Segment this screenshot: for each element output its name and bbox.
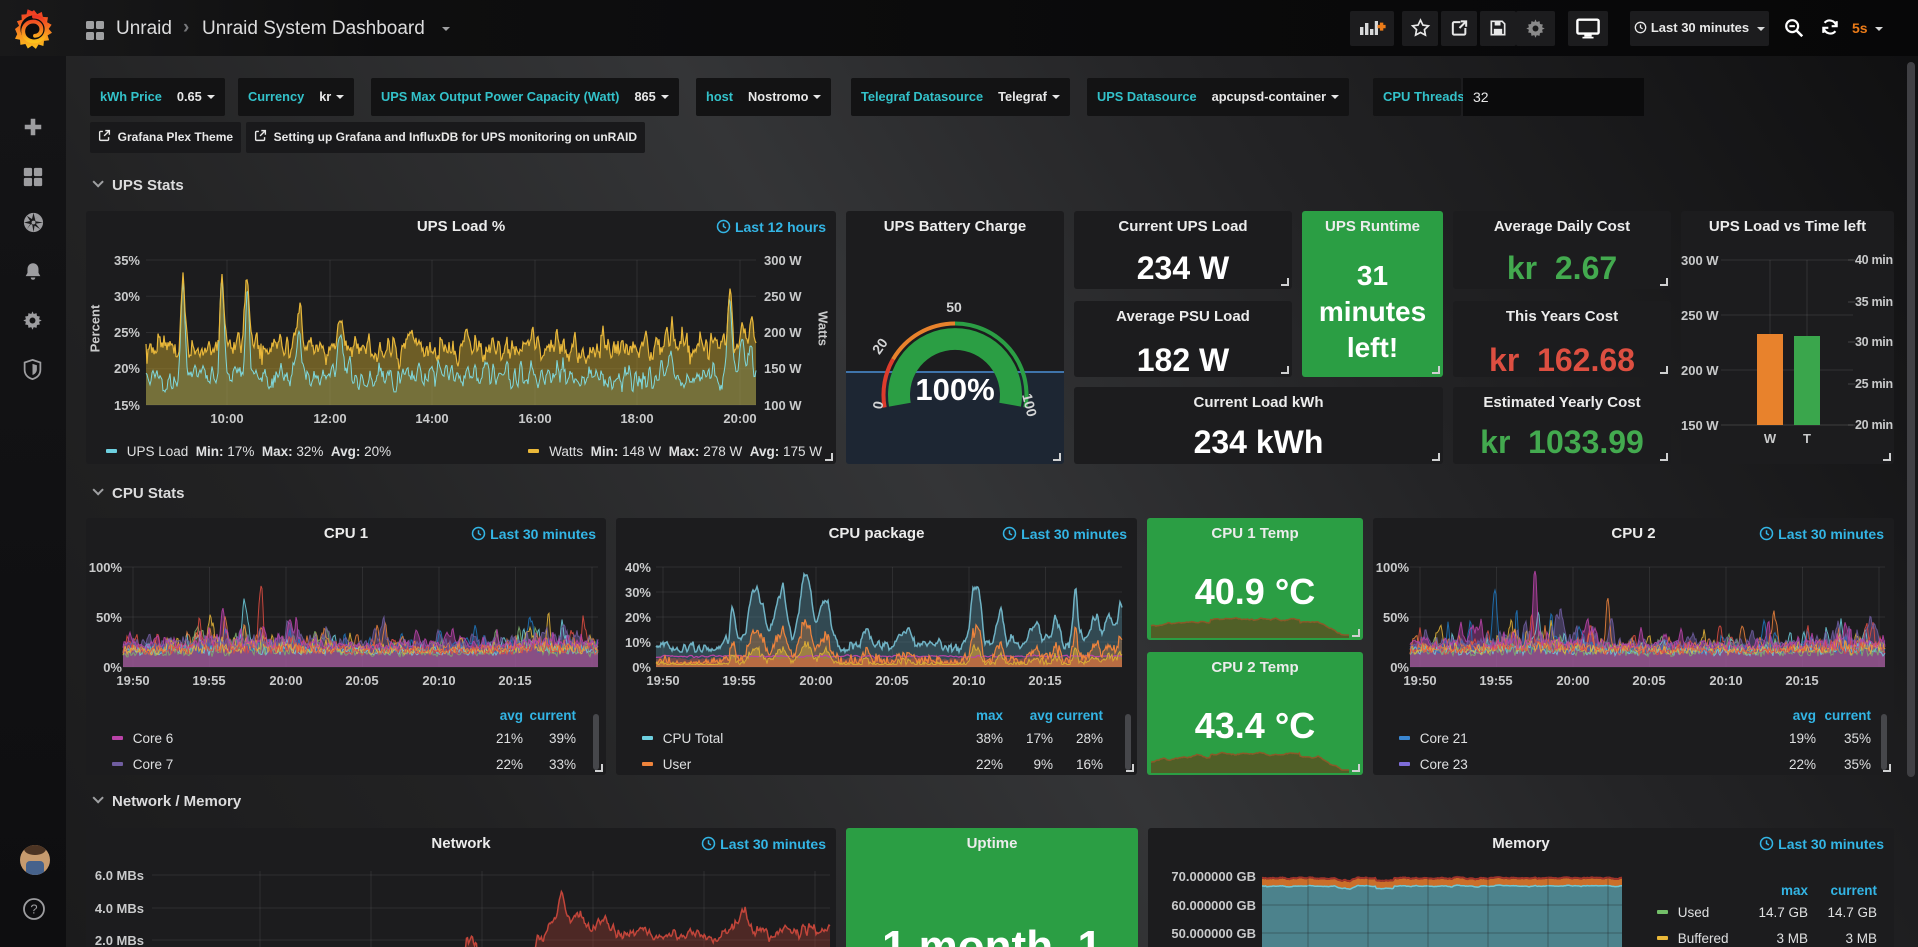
svg-text:?: ? — [30, 902, 37, 917]
